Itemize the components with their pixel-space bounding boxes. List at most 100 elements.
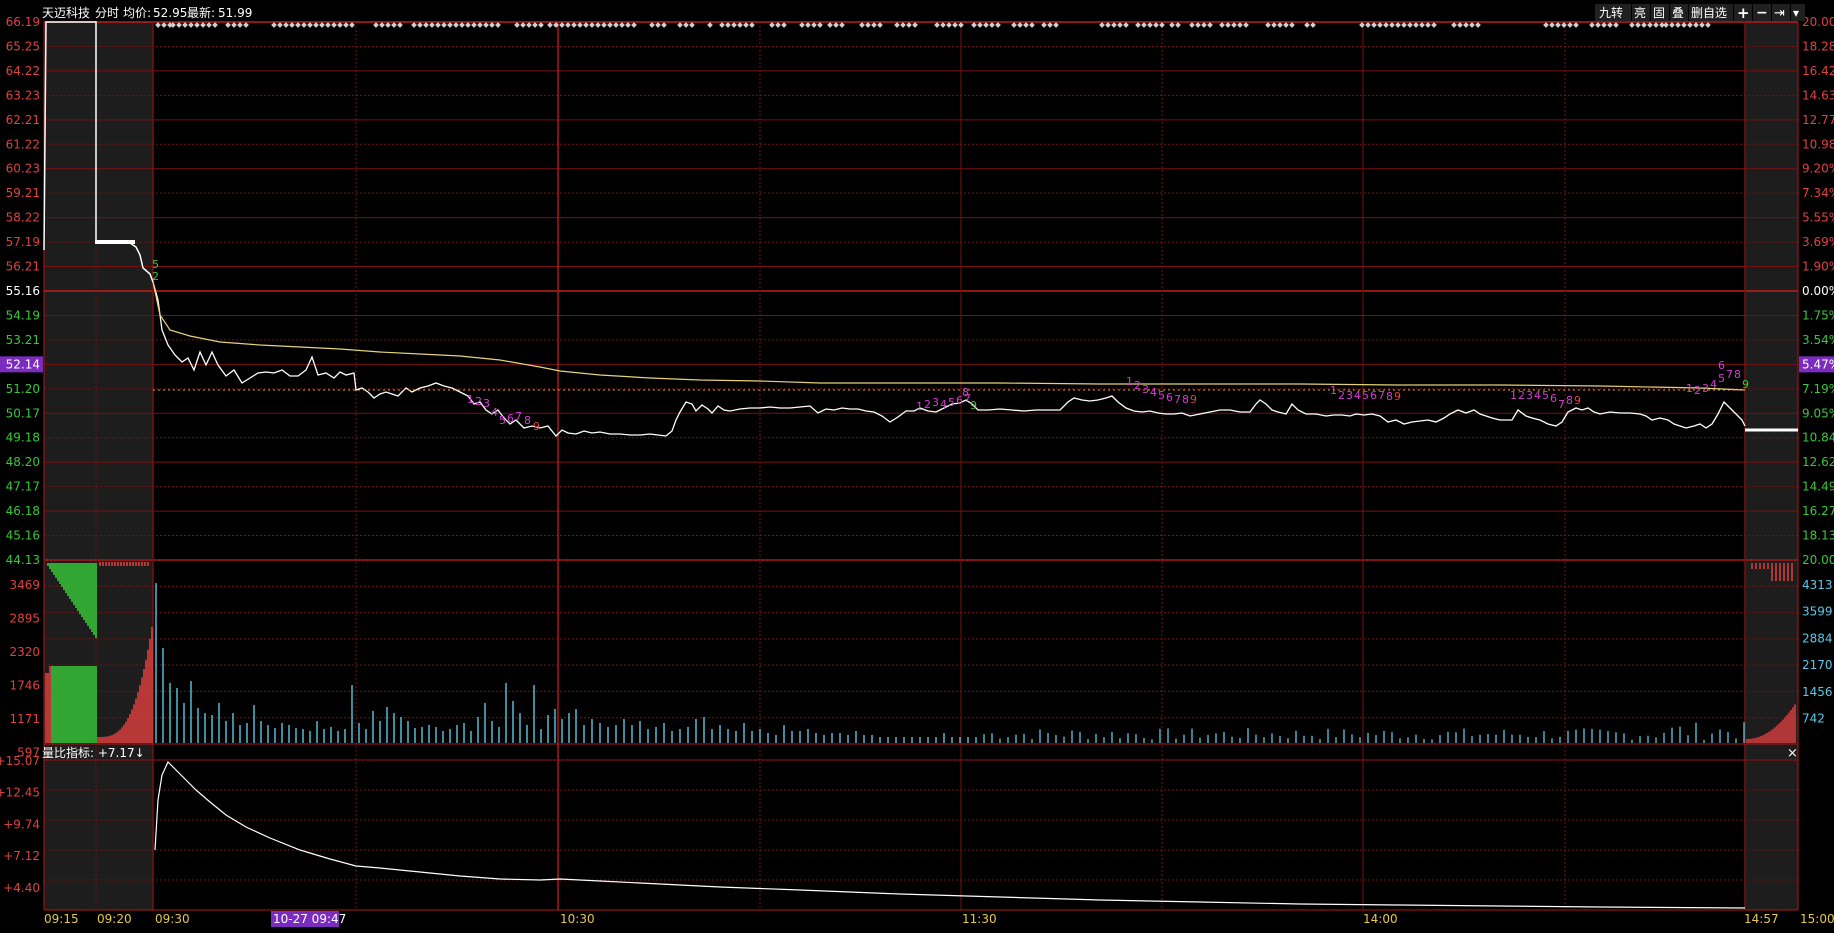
nine-turn-marker: 2	[1134, 379, 1141, 392]
indicator-tick-label: +7.12	[3, 849, 40, 863]
price-tick-label: 47.17	[6, 480, 40, 494]
price-tick-label: 57.19	[6, 235, 40, 249]
nine-turn-marker: 4	[1710, 378, 1717, 391]
nine-turn-marker: 1	[916, 400, 923, 413]
volume-tick-label-right: 2884	[1802, 631, 1833, 645]
percent-tick-label: 9.20%	[1802, 162, 1834, 176]
last-label: 最新:	[187, 5, 215, 20]
nine-turn-marker: 2	[1694, 384, 1701, 397]
percent-tick-label: 3.54%	[1802, 333, 1834, 347]
price-tick-label: 46.18	[6, 504, 40, 518]
nine-turn-marker: 8	[524, 414, 531, 427]
time-tick-label: 14:57	[1744, 912, 1779, 926]
nine-turn-marker: 4	[940, 398, 947, 411]
price-tick-label: 44.13	[6, 553, 40, 567]
nine-turn-marker: 5	[1718, 372, 1725, 385]
volume-tick-label-right: 1456	[1802, 685, 1833, 699]
time-tick-label: 14:00	[1363, 912, 1398, 926]
indicator-tick-label: +4.40	[3, 881, 40, 895]
nine-turn-marker: 5	[1362, 389, 1369, 402]
indicator-close-icon[interactable]: ×	[1787, 746, 1798, 761]
nine-turn-marker: 3	[932, 396, 939, 409]
percent-tick-label: 18.13%	[1802, 529, 1834, 543]
plus-icon: +	[1737, 4, 1750, 22]
volume-tick-label: 3469	[9, 578, 40, 592]
percent-tick-label: 1.90%	[1802, 260, 1834, 274]
price-highlight-label: 52.14	[6, 357, 40, 371]
delete-favorite-label: 删自选	[1691, 6, 1727, 20]
price-tick-label: 62.21	[6, 113, 40, 127]
price-tick-label: 63.23	[6, 88, 40, 102]
nine-turn-marker: 3	[1702, 382, 1709, 395]
nine-turn-marker: 5	[1542, 389, 1549, 402]
price-tick-label: 56.21	[6, 260, 40, 274]
nine-turn-marker: 3	[1526, 389, 1533, 402]
nine-turn-marker: 1	[1330, 384, 1337, 397]
nine-turn-marker: 8	[1734, 368, 1741, 381]
percent-tick-label: 5.55%	[1802, 211, 1834, 225]
price-tick-label: 64.22	[6, 64, 40, 78]
nine-turn-marker: 5	[948, 396, 955, 409]
indicator-label: 量比指标: +7.17↓	[42, 745, 145, 760]
nine-turn-marker: 5	[1158, 389, 1165, 402]
nine-turn-marker: 3	[1142, 383, 1149, 396]
nine-turn-marker: 2	[1338, 389, 1345, 402]
nine-turn-marker: 8	[1386, 390, 1393, 403]
percent-tick-label: 20.00%	[1802, 15, 1834, 29]
nine-turn-marker: 1	[467, 393, 474, 406]
chart-background	[0, 0, 1834, 933]
nine-turn-marker: 6	[1550, 392, 1557, 405]
volume-tick-label-right: 742	[1802, 712, 1825, 726]
nine-turn-marker: 4	[1354, 389, 1361, 402]
percent-tick-label: 16.42%	[1802, 64, 1834, 78]
price-tick-label: 54.19	[6, 308, 40, 322]
percent-tick-label: 9.05%	[1802, 406, 1834, 420]
jiuzhuan-label: 九转	[1599, 5, 1623, 20]
time-tick-label: 09:20	[97, 912, 132, 926]
avg-value: 52.95	[153, 6, 187, 20]
percent-tick-label: 10.84%	[1802, 431, 1834, 445]
time-tick-label: 15:00	[1800, 912, 1834, 926]
cursor-time: 10-27 09:47	[273, 912, 346, 926]
percent-tick-label: 20.00%	[1802, 553, 1834, 567]
nine-turn-marker: 7	[1726, 368, 1733, 381]
nine-turn-marker: 2	[924, 398, 931, 411]
indicator-tick-label: +12.45	[0, 786, 40, 800]
nine-turn-marker: 6	[1166, 391, 1173, 404]
nine-turn-marker: 4	[491, 406, 498, 419]
nine-turn-marker: 2	[1518, 389, 1525, 402]
percent-tick-label: 7.19%	[1802, 382, 1834, 396]
price-tick-label: 60.23	[6, 162, 40, 176]
price-tick-label: 45.16	[6, 529, 40, 543]
intraday-chart[interactable]: 66.19 65.25 64.22 63.23 62.21 61.22 60.23 59.21…	[0, 0, 1834, 933]
percent-tick-label: 12.62%	[1802, 455, 1834, 469]
nine-turn-marker: 9	[533, 420, 540, 433]
chevron-down-icon: ▾	[1793, 6, 1799, 20]
price-tick-label: 53.21	[6, 333, 40, 347]
nine-turn-marker: 6	[1718, 359, 1725, 372]
nine-turn-marker: 1	[1686, 382, 1693, 395]
volume-tick-label-right: 4313	[1802, 578, 1833, 592]
nine-turn-marker: 2	[152, 270, 159, 283]
closing-auction-zone	[1745, 22, 1798, 910]
nine-turn-marker: 5	[499, 414, 506, 427]
pin-icon: ⇥	[1774, 6, 1785, 21]
pre-open-auction-zone	[44, 22, 153, 910]
nine-turn-marker: 9	[970, 399, 977, 412]
nine-turn-marker: 1	[1126, 375, 1133, 388]
price-tick-label: 55.16	[6, 284, 40, 298]
nine-turn-marker: 4	[1150, 386, 1157, 399]
time-tick-label: 09:30	[155, 912, 190, 926]
volume-tick-label: 2320	[9, 645, 40, 659]
nine-turn-marker: 4	[1534, 389, 1541, 402]
price-tick-label: 61.22	[6, 137, 40, 151]
percent-tick-label: 10.98%	[1802, 137, 1834, 151]
nine-turn-marker: 6	[507, 412, 514, 425]
percent-tick-label: 18.28%	[1802, 39, 1834, 53]
time-tick-label: 11:30	[962, 912, 997, 926]
volume-tick-label-right: 3599	[1802, 605, 1833, 619]
nine-turn-marker: 6	[1370, 389, 1377, 402]
price-tick-label: 51.20	[6, 382, 40, 396]
price-tick-label: 59.21	[6, 186, 40, 200]
nine-turn-marker: 7	[1558, 398, 1565, 411]
